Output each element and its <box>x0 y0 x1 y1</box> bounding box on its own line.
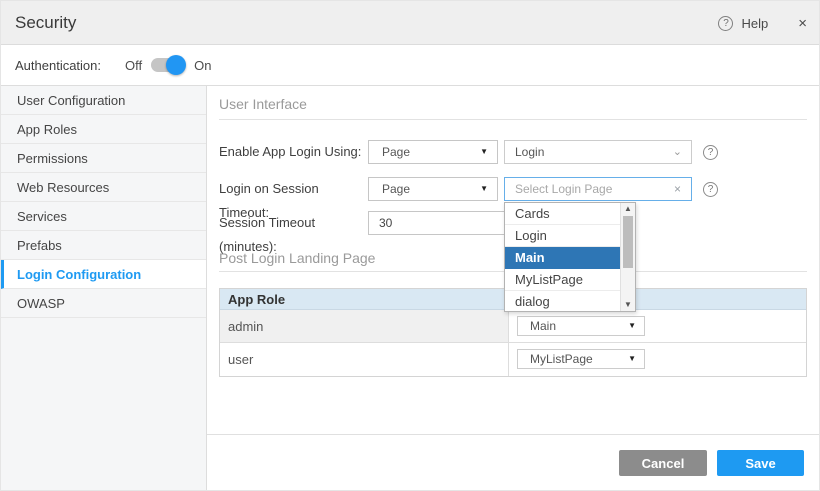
authentication-toggle[interactable] <box>150 55 186 75</box>
dropdown-option-login[interactable]: Login <box>505 225 620 247</box>
post-login-heading: Post Login Landing Page <box>219 250 375 266</box>
cancel-button[interactable]: Cancel <box>619 450 707 476</box>
enable-app-login-label: Enable App Login Using: <box>219 140 369 164</box>
toggle-on-label: On <box>194 58 211 73</box>
sidebar-item-services[interactable]: Services <box>1 202 206 231</box>
enable-login-type-select[interactable]: Page ▼ <box>368 140 498 164</box>
timeout-login-type-value: Page <box>382 182 410 196</box>
authentication-bar: Authentication: Off On <box>1 45 820 86</box>
user-interface-heading: User Interface <box>219 96 307 112</box>
caret-down-icon: ▼ <box>480 141 488 163</box>
help-circle-icon[interactable]: ? <box>718 16 733 31</box>
sidebar-item-permissions[interactable]: Permissions <box>1 144 206 173</box>
timeout-login-type-select[interactable]: Page ▼ <box>368 177 498 201</box>
role-cell: admin <box>220 310 509 342</box>
sidebar-item-user-configuration[interactable]: User Configuration <box>1 86 206 115</box>
section-divider <box>219 119 807 120</box>
help-icon-enable-login[interactable]: ? <box>703 145 718 160</box>
role-cell: user <box>220 343 509 376</box>
help-icon-session-timeout[interactable]: ? <box>703 182 718 197</box>
login-configuration-panel: User Interface Enable App Login Using: P… <box>207 86 820 491</box>
authentication-label: Authentication: <box>15 58 101 73</box>
dropdown-option-mylistpage[interactable]: MyListPage <box>505 269 620 291</box>
dropdown-option-main[interactable]: Main <box>505 247 620 269</box>
caret-down-icon: ▼ <box>628 350 636 368</box>
landing-page-select-user[interactable]: MyListPage ▼ <box>517 349 645 369</box>
landing-page-value: Main <box>530 319 556 333</box>
help-link[interactable]: Help <box>741 16 768 31</box>
caret-down-icon: ▼ <box>628 317 636 335</box>
dropdown-scrollbar[interactable]: ▲ ▼ <box>620 203 635 311</box>
caret-down-icon: ▼ <box>480 178 488 200</box>
dialog-header: Security ? Help × <box>1 1 820 45</box>
landing-page-value: MyListPage <box>530 352 593 366</box>
chevron-down-icon: ⌄ <box>673 141 682 163</box>
enable-login-type-value: Page <box>382 145 410 159</box>
login-page-combobox[interactable]: Login ⌄ <box>504 140 692 164</box>
dropdown-option-cards[interactable]: Cards <box>505 203 620 225</box>
landing-page-select-admin[interactable]: Main ▼ <box>517 316 645 336</box>
table-row: user MyListPage ▼ <box>220 343 806 376</box>
sidebar-item-login-configuration[interactable]: Login Configuration <box>1 260 206 289</box>
toggle-knob <box>166 55 186 75</box>
login-page-value: Login <box>515 145 544 159</box>
app-role-column-header: App Role <box>220 292 509 307</box>
close-icon[interactable]: × <box>798 15 807 32</box>
clear-input-icon[interactable]: × <box>674 177 681 201</box>
toggle-off-label: Off <box>125 58 142 73</box>
select-login-page-input[interactable] <box>504 177 692 201</box>
sidebar-item-app-roles[interactable]: App Roles <box>1 115 206 144</box>
table-row: admin Main ▼ <box>220 310 806 343</box>
page-title: Security <box>15 13 76 33</box>
security-dialog: Security ? Help × Authentication: Off On… <box>0 0 820 491</box>
settings-sidebar: User Configuration App Roles Permissions… <box>1 86 207 491</box>
sidebar-item-prefabs[interactable]: Prefabs <box>1 231 206 260</box>
scrollbar-thumb[interactable] <box>623 216 633 268</box>
dropdown-option-dialog[interactable]: dialog <box>505 291 620 312</box>
login-page-dropdown-list: Cards Login Main MyListPage dialog ▲ ▼ <box>504 202 636 312</box>
save-button[interactable]: Save <box>717 450 804 476</box>
scroll-up-icon[interactable]: ▲ <box>621 203 635 215</box>
scroll-down-icon[interactable]: ▼ <box>621 299 635 311</box>
footer-divider <box>207 434 820 435</box>
sidebar-item-web-resources[interactable]: Web Resources <box>1 173 206 202</box>
sidebar-item-owasp[interactable]: OWASP <box>1 289 206 318</box>
